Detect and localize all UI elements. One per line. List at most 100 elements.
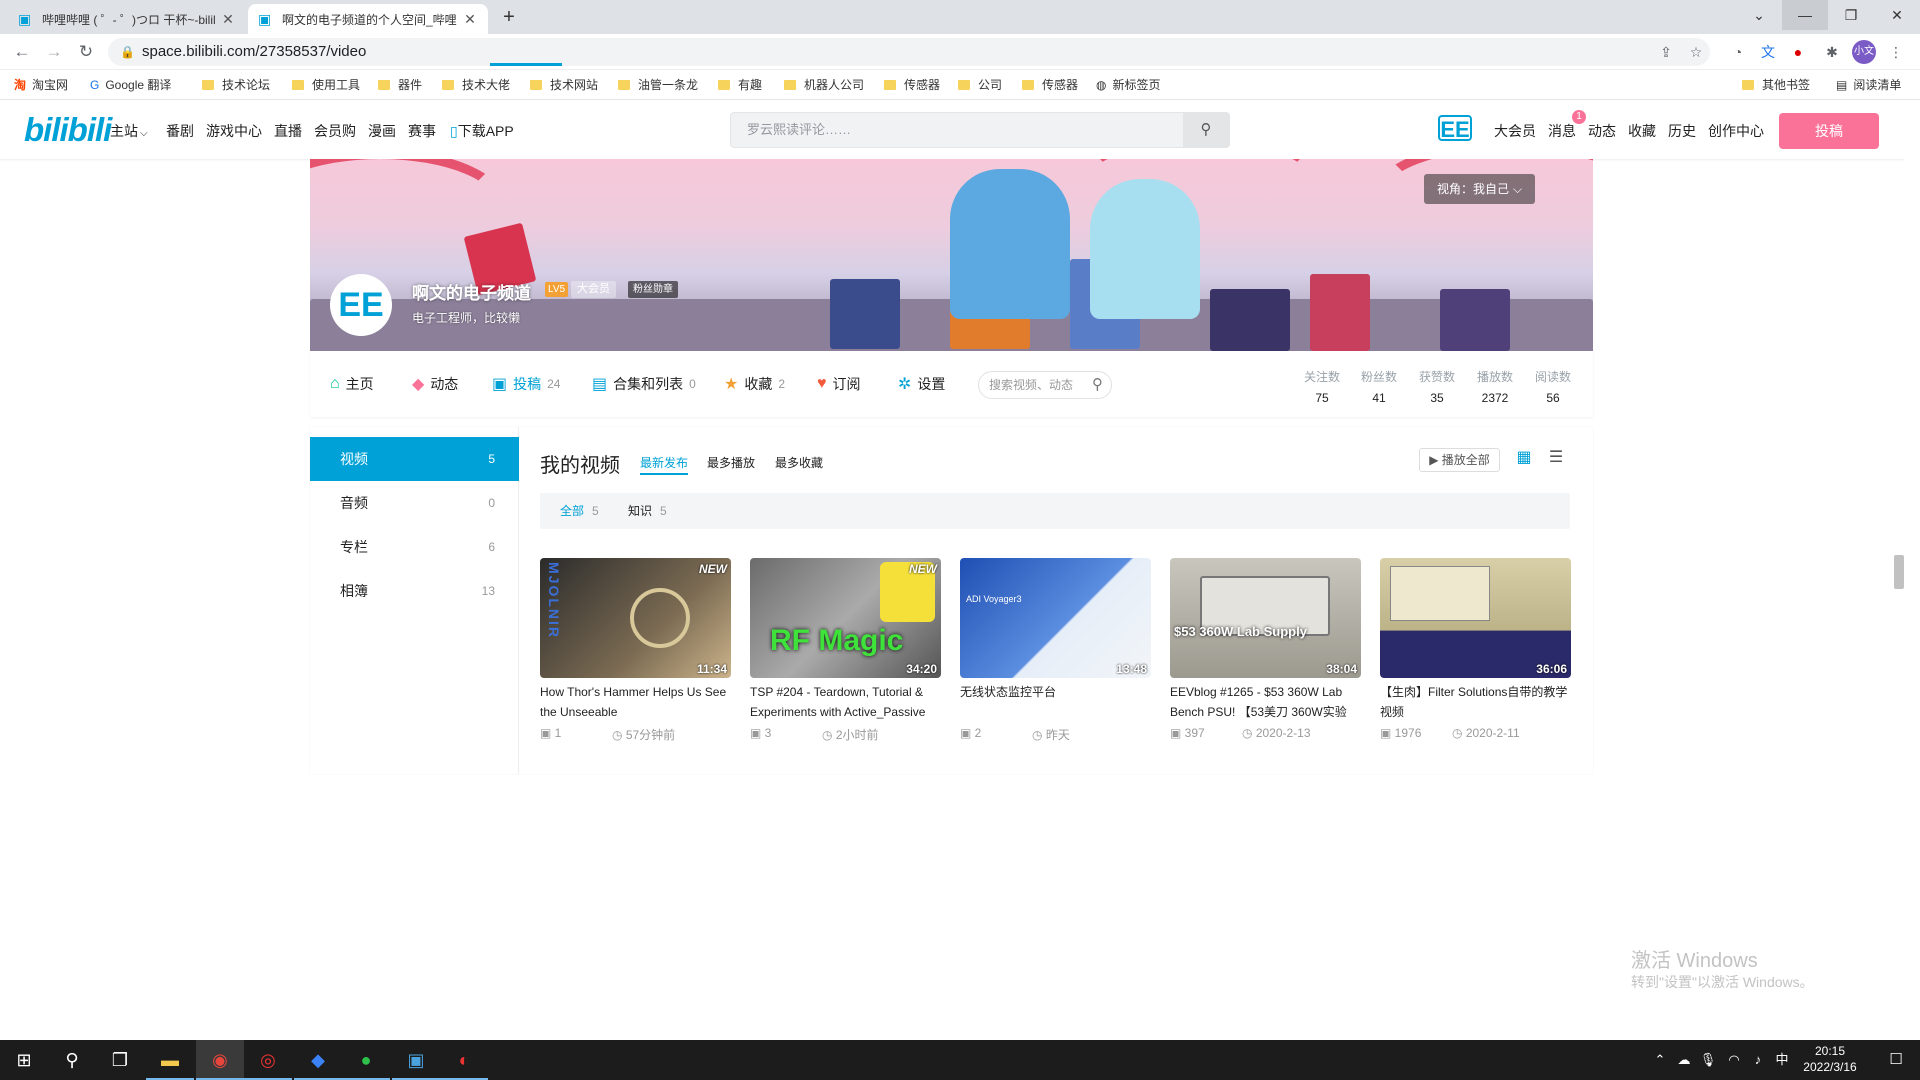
nav-shop[interactable]: 会员购 bbox=[314, 121, 356, 141]
video-card[interactable]: 36:06 【生肉】Filter Solutions自带的教学视频 ▣ 1976… bbox=[1380, 558, 1571, 742]
scrollbar-thumb[interactable] bbox=[1894, 555, 1904, 589]
filter-knowledge[interactable]: 知识 5 bbox=[628, 493, 667, 529]
nav-dynamics[interactable]: 动态 bbox=[1588, 121, 1616, 141]
list-view-icon[interactable]: ☰ bbox=[1546, 448, 1566, 468]
tab-uploads[interactable]: ▣ 投稿 24 bbox=[492, 374, 560, 394]
video-title[interactable]: EEVblog #1265 - $53 360W Lab Bench PSU! … bbox=[1170, 682, 1361, 722]
cloud-icon[interactable]: ☁ bbox=[1672, 1040, 1696, 1080]
sidebar-item-video[interactable]: 视频 5 bbox=[310, 437, 519, 481]
profile-icon[interactable]: 小文 bbox=[1852, 40, 1876, 64]
tray-chevron-icon[interactable]: ⌃ bbox=[1648, 1040, 1672, 1080]
tab-collections[interactable]: ▤ 合集和列表 0 bbox=[592, 374, 696, 394]
grid-view-icon[interactable]: ▦ bbox=[1514, 448, 1534, 468]
bookmark-folder[interactable]: 机器人公司 bbox=[784, 70, 864, 100]
profile-signature[interactable]: 电子工程师，比较懒 bbox=[412, 309, 520, 326]
wechat-icon[interactable]: ● bbox=[342, 1040, 390, 1080]
search-icon[interactable]: ⚲ bbox=[48, 1040, 96, 1080]
nav-messages[interactable]: 消息 bbox=[1548, 121, 1576, 141]
notification-icon[interactable]: ☐ bbox=[1876, 1040, 1916, 1080]
bookmark-folder[interactable]: 使用工具 bbox=[292, 70, 360, 100]
scrollbar-track[interactable] bbox=[1904, 101, 1920, 1039]
nav-manga[interactable]: 漫画 bbox=[368, 121, 396, 141]
bookmark-folder[interactable]: 其他书签 bbox=[1742, 70, 1810, 100]
file-explorer-icon[interactable]: ▬ bbox=[146, 1040, 194, 1080]
wifi-icon[interactable]: ◠ bbox=[1722, 1040, 1746, 1080]
nav-creator-center[interactable]: 创作中心 bbox=[1708, 121, 1764, 141]
clock[interactable]: 20:15 2022/3/16 bbox=[1790, 1043, 1870, 1075]
tab-search-icon[interactable]: ⌄ bbox=[1736, 0, 1782, 30]
reading-list[interactable]: ▤ 阅读清单 bbox=[1836, 70, 1901, 100]
puzzle-icon[interactable]: ✱ bbox=[1820, 40, 1844, 64]
note-app-icon[interactable]: ◆ bbox=[294, 1040, 342, 1080]
microphone-icon[interactable]: 🎙 bbox=[1696, 1040, 1720, 1080]
video-card[interactable]: MJOLNIR NEW 11:34 How Thor's Hammer Help… bbox=[540, 558, 731, 742]
sort-most-favorited[interactable]: 最多收藏 bbox=[775, 454, 823, 471]
restore-button[interactable]: ❐ bbox=[1828, 0, 1874, 30]
bookmark-folder[interactable]: 器件 bbox=[378, 70, 422, 100]
nav-events[interactable]: 赛事 bbox=[408, 121, 436, 141]
recorder-icon[interactable]: ◐ bbox=[440, 1040, 488, 1080]
stat-following[interactable]: 关注数 75 bbox=[1292, 368, 1352, 405]
bookmark[interactable]: ◍ 新标签页 bbox=[1096, 70, 1161, 100]
search-input[interactable]: 罗云熙读评论…… ⚲ bbox=[730, 112, 1230, 148]
bookmark-folder[interactable]: 油管一条龙 bbox=[618, 70, 698, 100]
tab-home[interactable]: ⌂ 主页 bbox=[330, 374, 374, 394]
profile-avatar[interactable]: EE bbox=[330, 274, 392, 336]
bilibili-logo[interactable]: bilibili bbox=[24, 111, 112, 149]
nav-live[interactable]: 直播 bbox=[274, 121, 302, 141]
video-card[interactable]: $53 360W Lab Supply 38:04 EEVblog #1265 … bbox=[1170, 558, 1361, 742]
profile-search-input[interactable]: 搜索视频、动态 ⚲ bbox=[978, 371, 1112, 399]
video-card[interactable]: ADI Voyager3 13:48 无线状态监控平台 ▣ 2 ◷ 昨天 bbox=[960, 558, 1151, 742]
close-tab-icon[interactable]: ✕ bbox=[220, 11, 236, 28]
task-view-icon[interactable]: ❐ bbox=[96, 1040, 144, 1080]
minimize-button[interactable]: — bbox=[1782, 0, 1828, 30]
reload-icon[interactable]: ↻ bbox=[74, 40, 98, 64]
video-thumbnail[interactable]: RF Magic NEW 34:20 bbox=[750, 558, 941, 678]
nav-anime[interactable]: 番剧 bbox=[166, 121, 194, 141]
video-thumbnail[interactable]: $53 360W Lab Supply 38:04 bbox=[1170, 558, 1361, 678]
video-title[interactable]: 无线状态监控平台 bbox=[960, 682, 1151, 722]
translate-icon[interactable]: 文 bbox=[1756, 40, 1780, 64]
browser-tab-active[interactable]: ▣ 啊文的电子频道的个人空间_哔哩 ✕ bbox=[248, 4, 488, 34]
tab-settings[interactable]: ✲ 设置 bbox=[898, 374, 945, 394]
video-thumbnail[interactable]: ADI Voyager3 13:48 bbox=[960, 558, 1151, 678]
share-icon[interactable]: ⇪ bbox=[1654, 40, 1678, 64]
tab-subscriptions[interactable]: ♥ 订阅 bbox=[817, 374, 861, 394]
back-icon[interactable]: ← bbox=[10, 40, 34, 64]
play-all-button[interactable]: ▶ 播放全部 bbox=[1419, 448, 1500, 472]
vip-badge[interactable]: 大会员 bbox=[571, 281, 616, 298]
app-window-icon[interactable]: ▣ bbox=[392, 1040, 440, 1080]
sidebar-item-articles[interactable]: 专栏 6 bbox=[310, 525, 519, 569]
search-icon[interactable]: ⚲ bbox=[1092, 372, 1103, 398]
nav-vip[interactable]: 大会员 bbox=[1494, 121, 1536, 141]
sidebar-item-albums[interactable]: 相簿 13 bbox=[310, 569, 519, 613]
menu-icon[interactable]: ⋮ bbox=[1884, 40, 1908, 64]
bookmark-folder[interactable]: 技术网站 bbox=[530, 70, 598, 100]
video-title[interactable]: 【生肉】Filter Solutions自带的教学视频 bbox=[1380, 682, 1571, 722]
bookmark[interactable]: G Google 翻译 bbox=[90, 70, 171, 100]
video-card[interactable]: RF Magic NEW 34:20 TSP #204 - Teardown, … bbox=[750, 558, 941, 742]
extension-icon[interactable]: ◔ bbox=[1726, 40, 1750, 64]
stat-followers[interactable]: 粉丝数 41 bbox=[1349, 368, 1409, 405]
search-icon[interactable]: ⚲ bbox=[1183, 113, 1229, 147]
bookmark-folder[interactable]: 技术大佬 bbox=[442, 70, 510, 100]
forward-icon[interactable]: → bbox=[42, 40, 66, 64]
avatar[interactable]: EE bbox=[1438, 115, 1472, 142]
nav-history[interactable]: 历史 bbox=[1668, 121, 1696, 141]
nav-favorites[interactable]: 收藏 bbox=[1628, 121, 1656, 141]
sidebar-item-audio[interactable]: 音频 0 bbox=[310, 481, 519, 525]
new-tab-button[interactable]: + bbox=[498, 6, 520, 28]
tab-favorites[interactable]: ★ 收藏 2 bbox=[724, 374, 785, 394]
sort-most-played[interactable]: 最多播放 bbox=[707, 454, 755, 471]
nav-main[interactable]: 主站 ⌵ bbox=[110, 121, 148, 141]
windows-start-icon[interactable]: ⊞ bbox=[0, 1040, 48, 1080]
bookmark-folder[interactable]: 技术论坛 bbox=[202, 70, 270, 100]
bookmark[interactable]: 淘淘宝网 bbox=[14, 70, 68, 100]
url-field[interactable]: 🔒 space.bilibili.com/27358537/video bbox=[108, 38, 1710, 66]
chrome-icon[interactable]: ◉ bbox=[196, 1040, 244, 1080]
bookmark-folder[interactable]: 传感器 bbox=[884, 70, 940, 100]
bookmark-folder[interactable]: 有趣 bbox=[718, 70, 762, 100]
browser-tab[interactable]: ▣ 哔哩哔哩 ( ゜- ゜)つロ 干杯~-bilil ✕ bbox=[8, 4, 246, 34]
close-window-button[interactable]: ✕ bbox=[1874, 0, 1920, 30]
sort-latest[interactable]: 最新发布 bbox=[640, 454, 689, 475]
